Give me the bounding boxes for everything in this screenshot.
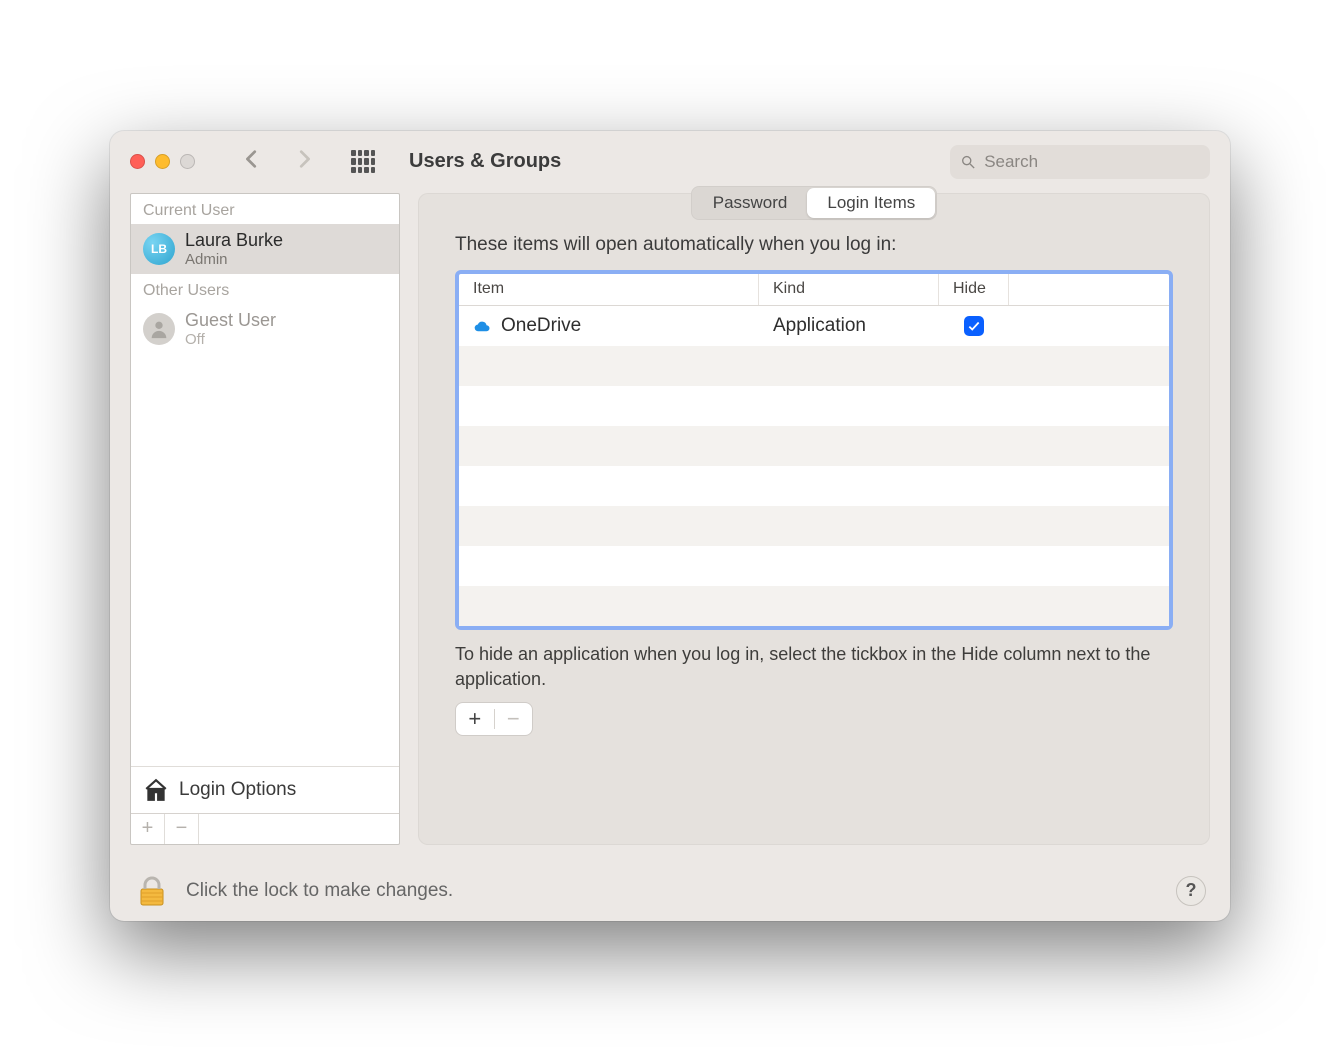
sidebar-pm-spacer [199, 814, 399, 844]
add-user-button[interactable]: + [131, 814, 165, 844]
hide-checkbox[interactable] [964, 316, 984, 336]
window-controls [130, 154, 195, 169]
close-window-button[interactable] [130, 154, 145, 169]
col-hide[interactable]: Hide [939, 274, 1009, 305]
item-kind: Application [773, 315, 866, 337]
table-row [459, 506, 1169, 546]
back-button[interactable] [241, 148, 263, 175]
search-icon [960, 153, 976, 171]
lock-text: Click the lock to make changes. [186, 880, 453, 902]
lock-icon[interactable] [134, 873, 170, 909]
table-row [459, 386, 1169, 426]
sidebar-user-current[interactable]: LB Laura Burke Admin [131, 224, 399, 274]
sidebar-heading-other: Other Users [131, 274, 399, 304]
footer: Click the lock to make changes. ? [110, 861, 1230, 921]
user-role: Admin [185, 251, 283, 268]
panel-hint: To hide an application when you log in, … [419, 640, 1209, 702]
login-items-add-remove: + − [455, 702, 533, 736]
content: Current User LB Laura Burke Admin Other … [110, 193, 1230, 861]
login-options-button[interactable]: Login Options [131, 766, 399, 813]
help-button[interactable]: ? [1176, 876, 1206, 906]
user-role: Off [185, 331, 276, 348]
tab-bar: Password Login Items [691, 186, 938, 220]
minimize-window-button[interactable] [155, 154, 170, 169]
zoom-window-button[interactable] [180, 154, 195, 169]
remove-user-button[interactable]: − [165, 814, 199, 844]
person-icon [148, 318, 170, 340]
sidebar-add-remove: + − [131, 813, 399, 844]
avatar: LB [143, 233, 175, 265]
col-item[interactable]: Item [459, 274, 759, 305]
avatar [143, 313, 175, 345]
search-input[interactable] [984, 152, 1200, 172]
login-items-table: Item Kind Hide OneDrive Application [455, 270, 1173, 630]
sidebar-user-guest[interactable]: Guest User Off [131, 304, 399, 354]
window-title: Users & Groups [409, 150, 561, 173]
user-name: Laura Burke [185, 230, 283, 251]
cloud-icon [473, 319, 491, 333]
toolbar: Users & Groups [110, 131, 1230, 193]
table-row [459, 346, 1169, 386]
remove-login-item-button[interactable]: − [495, 703, 533, 735]
tab-login-items[interactable]: Login Items [807, 188, 935, 218]
user-name: Guest User [185, 310, 276, 331]
tab-password[interactable]: Password [693, 188, 808, 218]
table-row [459, 586, 1169, 626]
sidebar-heading-current: Current User [131, 194, 399, 224]
show-all-button[interactable] [351, 150, 375, 174]
preferences-window: Users & Groups Current User LB Laura Bur… [110, 131, 1230, 921]
add-login-item-button[interactable]: + [456, 703, 494, 735]
table-header: Item Kind Hide [459, 274, 1169, 306]
login-options-label: Login Options [179, 779, 296, 801]
main-panel: Password Login Items These items will op… [418, 193, 1210, 845]
table-row [459, 466, 1169, 506]
col-extra [1009, 274, 1169, 305]
forward-button[interactable] [293, 148, 315, 175]
search-field[interactable] [950, 145, 1210, 179]
table-row [459, 426, 1169, 466]
panel-description: These items will open automatically when… [419, 234, 1209, 264]
nav-arrows [241, 148, 315, 175]
home-icon [143, 777, 169, 803]
table-row [459, 546, 1169, 586]
table-row[interactable]: OneDrive Application [459, 306, 1169, 346]
check-icon [967, 319, 981, 333]
users-sidebar: Current User LB Laura Burke Admin Other … [130, 193, 400, 845]
item-name: OneDrive [501, 315, 581, 337]
col-kind[interactable]: Kind [759, 274, 939, 305]
